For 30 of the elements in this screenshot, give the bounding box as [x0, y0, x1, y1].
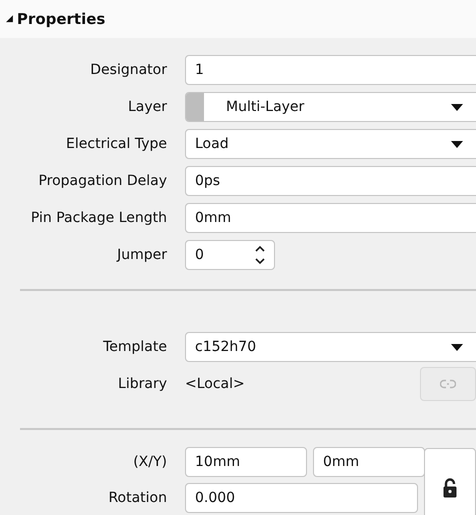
caret-icon	[451, 344, 463, 350]
lock-button[interactable]	[424, 448, 476, 515]
link-icon	[440, 379, 456, 389]
dropdown[interactable]: Load	[185, 129, 476, 159]
text-field[interactable]: 0mm	[185, 203, 476, 233]
collapse-arrow[interactable]: ◢	[6, 14, 13, 24]
spinner-arrows-icon[interactable]	[254, 244, 266, 266]
field-label: (X/Y)	[132, 454, 167, 470]
field-label: Template	[102, 339, 167, 355]
section-title: Properties	[16, 10, 106, 28]
caret-icon	[451, 104, 463, 110]
text-field[interactable]: 0ps	[185, 166, 476, 196]
dropdown[interactable]: Multi-Layer	[185, 92, 476, 122]
field-label: Library	[117, 376, 167, 392]
padlock-icon	[443, 478, 457, 498]
text-field[interactable]: 1	[185, 55, 476, 85]
text-field[interactable]: 0.000	[185, 483, 418, 513]
field-label: Jumper	[115, 247, 167, 263]
field-label: Rotation	[107, 490, 167, 506]
field-label: Designator	[89, 62, 167, 78]
x-field[interactable]: 10mm	[185, 447, 307, 477]
y-field[interactable]: 0mm	[313, 447, 425, 477]
number-spinner[interactable]: 0	[185, 240, 275, 270]
field-label: Pin Package Length	[30, 210, 167, 226]
library-value: <Local>	[185, 376, 246, 392]
field-label: Layer	[126, 99, 167, 115]
dropdown[interactable]: c152h70	[185, 332, 476, 362]
caret-icon	[451, 140, 463, 148]
field-label: Electrical Type	[65, 136, 167, 152]
field-label: Propagation Delay	[37, 173, 167, 189]
